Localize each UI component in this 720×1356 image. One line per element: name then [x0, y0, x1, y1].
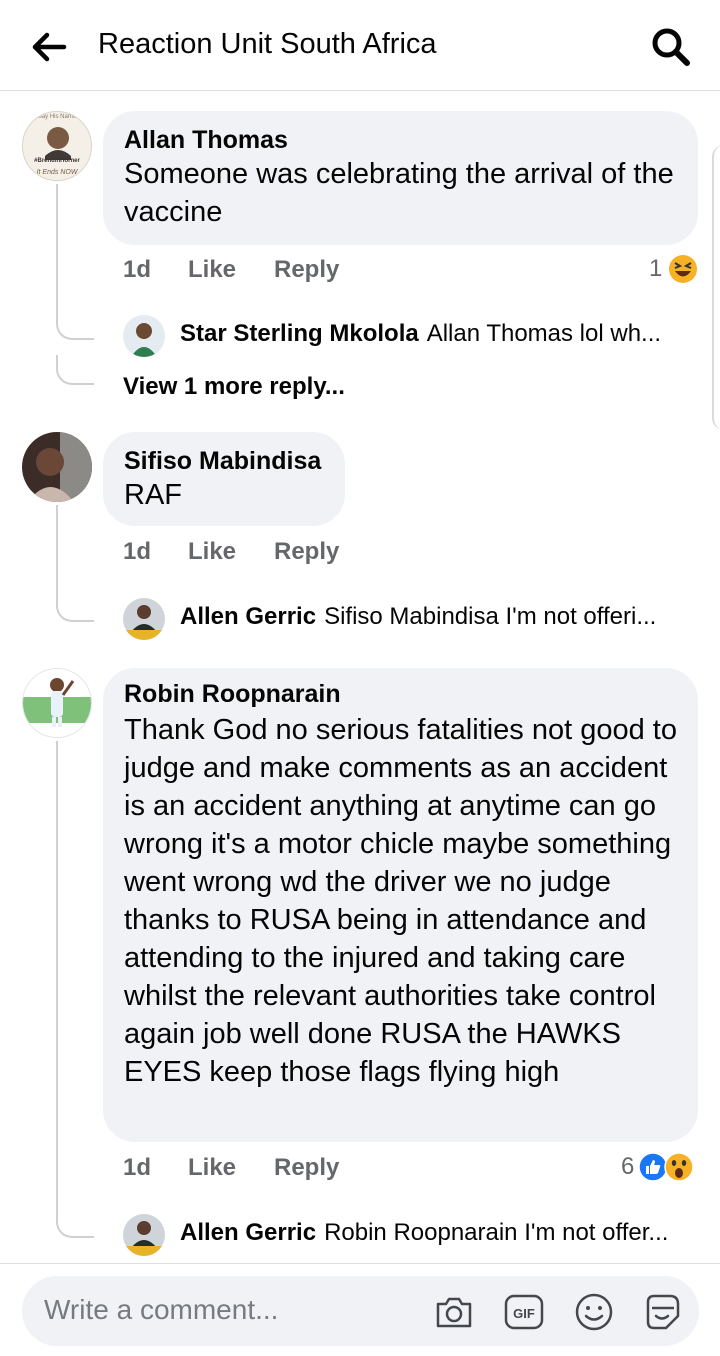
reply-author[interactable]: Star Sterling Mkolola [180, 320, 419, 348]
comment-text: Someone was celebrating the arrival of t… [124, 158, 674, 228]
reaction-summary[interactable]: 6 [621, 1152, 695, 1182]
comment-time: 1d [123, 256, 152, 283]
avatar-image [123, 315, 165, 357]
like-button[interactable]: Like [188, 256, 274, 284]
comment-bubble[interactable]: Sifiso Mabindisa RAF [103, 432, 345, 526]
like-button[interactable]: Like [188, 1154, 274, 1182]
comment-actions: 1d Like Reply [123, 256, 339, 284]
gif-button[interactable]: GIF [502, 1290, 546, 1334]
thread-connector [56, 1208, 94, 1238]
haha-reaction-icon [669, 255, 698, 283]
avatar[interactable] [123, 1214, 165, 1256]
thread-line [56, 505, 58, 605]
thread-connector [56, 592, 94, 622]
avatar-caption-mid: #BrendinHorner [34, 158, 80, 164]
comment-text: RAF [124, 479, 182, 511]
avatar[interactable] [22, 432, 92, 502]
comment-input[interactable] [44, 1294, 404, 1326]
camera-button[interactable] [432, 1290, 476, 1334]
avatar-image [22, 432, 92, 502]
reply-button[interactable]: Reply [274, 256, 339, 284]
search-button[interactable] [648, 24, 694, 70]
comment-author[interactable]: Robin Roopnarain [124, 679, 678, 709]
reply-author[interactable]: Allen Gerric [180, 1219, 316, 1247]
reply-text: Allan Thomas lol wh... [426, 320, 662, 347]
avatar-image [23, 669, 91, 737]
gif-icon: GIF [504, 1294, 544, 1330]
like-button[interactable]: Like [188, 538, 274, 566]
page-title: Reaction Unit South Africa [98, 28, 437, 60]
search-icon [652, 28, 690, 66]
avatar-image [123, 1214, 165, 1256]
reply-button[interactable]: Reply [274, 538, 339, 566]
thread-line [56, 741, 58, 1221]
avatar[interactable] [123, 315, 165, 357]
comment-actions: 1d Like Reply [123, 538, 339, 566]
reaction-count: 1 [649, 255, 663, 282]
back-button[interactable] [28, 26, 70, 68]
comment-author[interactable]: Allan Thomas [124, 125, 678, 155]
avatar-caption-top: Say His Name [37, 114, 77, 120]
reply-preview[interactable]: Star Sterling Mkolola Allan Thomas lol w… [180, 320, 661, 348]
comment-bubble[interactable]: Robin Roopnarain Thank God no serious fa… [103, 668, 698, 1142]
comment-actions: 1d Like Reply [123, 1154, 339, 1182]
reply-button[interactable]: Reply [274, 1154, 339, 1182]
comment-time: 1d [123, 538, 152, 565]
reply-preview[interactable]: Allen Gerric Sifiso Mabindisa I'm not of… [180, 603, 656, 631]
scroll-indicator [712, 145, 720, 430]
comment-composer-bar: GIF [0, 1263, 720, 1356]
avatar[interactable] [22, 668, 92, 738]
avatar-image [123, 598, 165, 640]
wow-reaction-icon [664, 1152, 695, 1182]
comment-bubble[interactable]: Allan Thomas Someone was celebrating the… [103, 111, 698, 245]
comment-text: Thank God no serious fatalities not good… [124, 714, 677, 1088]
avatar[interactable]: Say His Name #BrendinHorner It Ends NOW [22, 111, 92, 181]
reply-author[interactable]: Allen Gerric [180, 603, 316, 631]
arrow-left-icon [32, 32, 67, 62]
comment-author[interactable]: Sifiso Mabindisa [124, 446, 325, 476]
reply-preview[interactable]: Allen Gerric Robin Roopnarain I'm not of… [180, 1219, 668, 1247]
camera-icon [436, 1297, 472, 1328]
reaction-summary[interactable]: 1 [649, 254, 698, 284]
avatar-caption-bottom: It Ends NOW [36, 169, 78, 176]
reply-text: Robin Roopnarain I'm not offer... [324, 1219, 669, 1246]
comment-composer[interactable]: GIF [22, 1276, 699, 1346]
smiley-icon [575, 1293, 613, 1331]
thread-connector [56, 310, 94, 340]
top-bar: Reaction Unit South Africa [0, 0, 720, 91]
thread-connector [56, 355, 94, 385]
sticker-icon [646, 1294, 680, 1330]
thread-line [56, 184, 58, 324]
emoji-button[interactable] [572, 1290, 616, 1334]
comment-time: 1d [123, 1154, 152, 1181]
avatar[interactable] [123, 598, 165, 640]
view-more-replies-link[interactable]: View 1 more reply... [123, 373, 345, 401]
reply-text: Sifiso Mabindisa I'm not offeri... [324, 603, 657, 630]
reaction-count: 6 [621, 1153, 635, 1180]
sticker-button[interactable] [640, 1290, 684, 1334]
svg-text:GIF: GIF [513, 1306, 535, 1321]
